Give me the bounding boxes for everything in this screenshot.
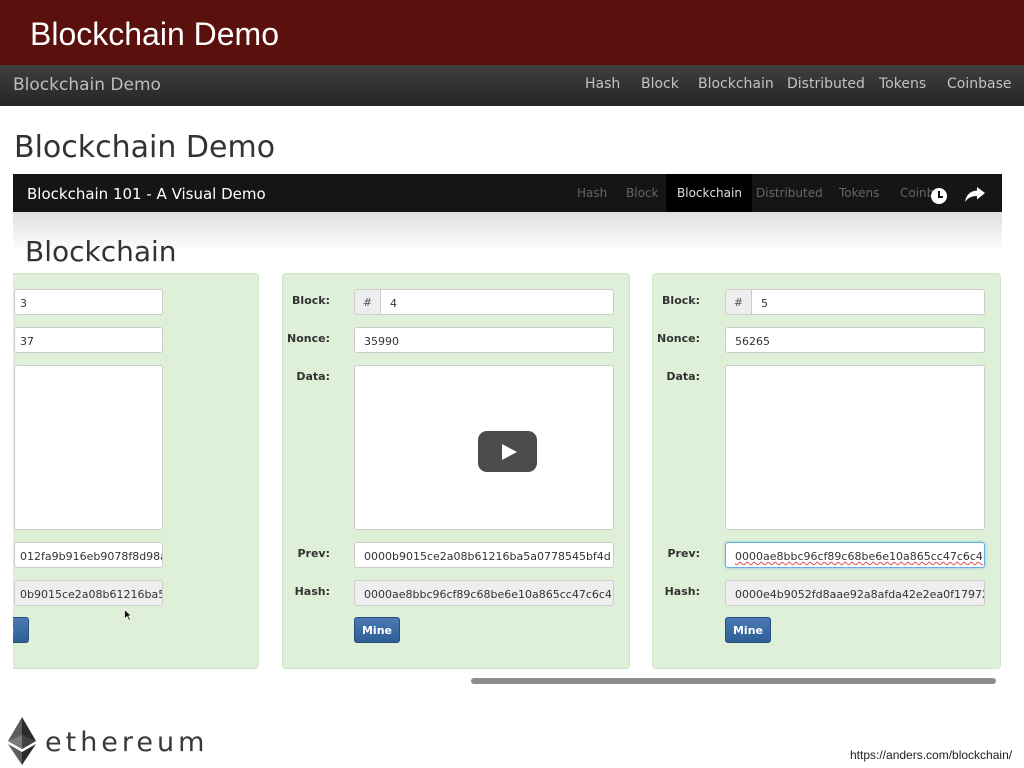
share-icon[interactable] <box>964 186 986 204</box>
block-number-input[interactable]: 5 <box>751 289 985 315</box>
mine-button[interactable]: Mine <box>354 617 400 643</box>
ethereum-logo-icon <box>8 717 36 765</box>
prev-label: Prev: <box>297 547 330 560</box>
prev-hash-value: 0000ae8bbc96cf89c68be6e10a865cc47c6c4 <box>735 550 983 563</box>
nonce-label: Nonce: <box>287 332 330 345</box>
play-button[interactable] <box>478 431 537 472</box>
nav-item-hash[interactable]: Hash <box>585 76 620 92</box>
nonce-input[interactable]: 37 <box>14 327 163 353</box>
block-card-4: Block: # 4 Nonce: 35990 Data: Prev: 0000… <box>282 273 630 669</box>
data-label: Data: <box>296 370 330 383</box>
hash-output: 0000e4b9052fd8aae92a8afda42e2ea0f17972 <box>725 580 985 606</box>
data-textarea[interactable] <box>14 365 163 530</box>
nav-item-blockchain[interactable]: Blockchain <box>698 76 774 92</box>
video-nav-distributed: Distributed <box>756 186 823 200</box>
slide-title: Blockchain Demo <box>30 16 279 52</box>
top-navbar: Blockchain Demo Hash Block Blockchain Di… <box>0 65 1024 106</box>
hash-output: 0b9015ce2a08b61216ba5a0778545bf4d <box>14 580 163 606</box>
block-label: Block: <box>292 294 330 307</box>
hash-label: Hash: <box>294 585 330 598</box>
mouse-cursor-icon <box>124 609 132 621</box>
prev-hash-input[interactable]: 0000b9015ce2a08b61216ba5a0778545bf4d <box>354 542 614 568</box>
video-nav-blockchain-active: Blockchain <box>666 174 752 212</box>
block-label: Block: <box>662 294 700 307</box>
slide-title-bar: Blockchain Demo <box>0 0 1024 65</box>
mine-button[interactable]: Mine <box>725 617 771 643</box>
data-label: Data: <box>666 370 700 383</box>
block-card-3: 3 37 012fa9b916eb9078f8d98a7864e697ae83 … <box>13 273 259 669</box>
video-nav-blockchain-label: Blockchain <box>677 186 742 200</box>
hash-output: 0000ae8bbc96cf89c68be6e10a865cc47c6c4 <box>354 580 614 606</box>
block-number-addon: # <box>354 289 381 315</box>
video-nav-block: Block <box>626 186 659 200</box>
horizontal-scrollbar[interactable] <box>471 678 996 684</box>
video-nav-tokens: Tokens <box>839 186 880 200</box>
nav-item-coinbase[interactable]: Coinbase <box>947 76 1011 92</box>
prev-label: Prev: <box>667 547 700 560</box>
block-card-5: Block: # 5 Nonce: 56265 Data: Prev: 0000… <box>652 273 1001 669</box>
block-number-input[interactable]: 3 <box>14 289 163 315</box>
prev-hash-input-focused[interactable]: 0000ae8bbc96cf89c68be6e10a865cc47c6c4 <box>725 542 985 568</box>
prev-hash-input[interactable]: 012fa9b916eb9078f8d98a7864e697ae83 <box>14 542 163 568</box>
block-number-addon: # <box>725 289 752 315</box>
source-url[interactable]: https://anders.com/blockchain/ <box>850 748 1012 762</box>
page-heading: Blockchain Demo <box>14 130 276 165</box>
nonce-label: Nonce: <box>657 332 700 345</box>
video-title[interactable]: Blockchain 101 - A Visual Demo <box>27 185 266 203</box>
video-top-bar: Blockchain 101 - A Visual Demo Hash Bloc… <box>13 174 1002 212</box>
watch-later-clock-icon[interactable] <box>931 188 947 204</box>
nonce-input[interactable]: 35990 <box>354 327 614 353</box>
block-number-input[interactable]: 4 <box>380 289 614 315</box>
video-nav-coinbase: Coinb <box>900 186 935 200</box>
nav-item-tokens[interactable]: Tokens <box>879 76 926 92</box>
video-player[interactable]: Blockchain 101 - A Visual Demo Hash Bloc… <box>13 174 1002 670</box>
ethereum-wordmark: ethereum <box>45 727 209 758</box>
data-textarea[interactable] <box>725 365 985 530</box>
nav-item-distributed[interactable]: Distributed <box>787 76 865 92</box>
navbar-brand[interactable]: Blockchain Demo <box>13 75 161 95</box>
hash-label: Hash: <box>664 585 700 598</box>
nav-item-block[interactable]: Block <box>641 76 679 92</box>
video-nav-hash: Hash <box>577 186 608 200</box>
nonce-input[interactable]: 56265 <box>725 327 985 353</box>
mine-button[interactable]: e <box>13 617 29 643</box>
video-blockchain-heading: Blockchain <box>25 235 177 268</box>
